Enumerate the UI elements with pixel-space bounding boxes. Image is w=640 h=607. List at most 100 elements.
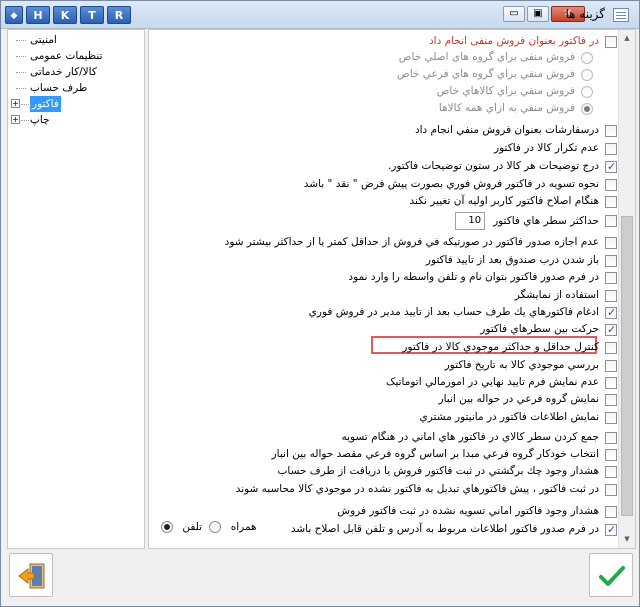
option-label: هشدار وجود چك برگشتي در ثبت فاکتور فروش … — [277, 465, 599, 477]
tree-item[interactable]: طرف حساب — [8, 80, 144, 96]
option-radio[interactable] — [581, 51, 593, 64]
hotkey-t-button[interactable]: T — [80, 6, 104, 24]
tree-item-label: چاپ — [30, 114, 50, 126]
option-checkbox-row: حرکت بين سطرهاي فاکتور — [149, 322, 617, 337]
option-radio[interactable] — [581, 85, 593, 98]
option-checkbox[interactable] — [605, 305, 617, 320]
hotkey-k-button[interactable]: K — [53, 6, 77, 24]
option-label: هشدار وجود فاکتور اماني تسويه نشده در ثب… — [337, 505, 599, 517]
option-checkbox-row: درسفارشات بعنوان فروش منفي انجام داد — [149, 123, 617, 138]
option-checkbox-row: انتخاب خودکار گروه فرعي مبدا بر اساس گرو… — [149, 447, 617, 462]
minimize-button[interactable]: ▭ — [503, 6, 525, 22]
tree-connector — [16, 72, 26, 73]
option-checkbox[interactable] — [605, 431, 617, 444]
option-checkbox-row: استفاده از نمايشگر — [149, 288, 617, 303]
option-label: حداکثر سطر هاي فاکتور — [493, 214, 599, 227]
option-label: عدم اجازه صدور فاکتور در صورتيکه في فروش… — [224, 236, 599, 248]
option-checkbox-row: هشدار وجود فاکتور اماني تسويه نشده در ثب… — [149, 504, 617, 519]
option-checkbox[interactable] — [605, 142, 617, 155]
option-label: فروش منفی براي گروه هاي اصلي خاص — [398, 51, 575, 63]
tree-connector — [16, 56, 26, 57]
scroll-down-icon[interactable]: ▼ — [619, 531, 635, 548]
option-label: عدم تکرار کالا در فاکتور — [494, 142, 599, 154]
option-label: باز شدن درب صندوق بعد از تاييد فاکتور — [425, 254, 599, 266]
option-checkbox[interactable] — [605, 411, 617, 424]
option-checkbox[interactable] — [605, 254, 617, 267]
option-checkbox[interactable] — [605, 159, 617, 174]
exit-button[interactable] — [9, 553, 53, 597]
tree-item[interactable]: تنظیمات عمومی — [8, 48, 144, 64]
option-checkbox[interactable] — [605, 465, 617, 478]
scroll-thumb[interactable] — [621, 216, 633, 516]
tree-connector — [16, 88, 26, 89]
option-label: درسفارشات بعنوان فروش منفي انجام داد — [414, 124, 599, 136]
option-radio-row: فروش منفي براي گروه هاي فرعي خاص — [149, 67, 617, 82]
option-checkbox[interactable] — [605, 393, 617, 406]
option-checkbox[interactable] — [605, 124, 617, 137]
option-checkbox-row: حداکثر سطر هاي فاکتور 10 — [149, 212, 617, 230]
option-checkbox[interactable] — [605, 289, 617, 302]
option-checkbox[interactable] — [605, 322, 617, 337]
system-menu-button[interactable]: ◆ — [5, 6, 23, 24]
checkmark-icon — [599, 566, 625, 586]
option-label: فروش منفي براي کالاهاي خاص — [436, 85, 575, 97]
option-checkbox[interactable] — [605, 376, 617, 389]
tree-connector — [21, 104, 31, 105]
option-checkbox-row: در فرم صدور فاکتور اطلاعات مربوط به آدرس… — [149, 522, 617, 537]
option-checkbox[interactable] — [605, 35, 617, 48]
hotkey-h-button[interactable]: H — [26, 6, 50, 24]
option-label: بررسي موجودي کالا به تاريخ فاکتور — [444, 359, 599, 371]
option-checkbox[interactable] — [605, 359, 617, 372]
option-radio-row: فروش منفی براي گروه هاي اصلي خاص — [149, 50, 617, 65]
option-checkbox[interactable] — [605, 483, 617, 496]
window-title: گزینه ها — [565, 7, 605, 21]
expand-plus-icon[interactable]: + — [11, 115, 20, 124]
tree-item-label: امنیتی — [30, 34, 57, 46]
exit-door-icon — [18, 563, 45, 589]
option-label: کنترل حداقل و حداکثر موجودي کالا در فاکت… — [402, 341, 599, 353]
option-checkbox[interactable] — [605, 448, 617, 461]
tree-item[interactable]: امنیتی — [8, 32, 144, 48]
confirm-button[interactable] — [589, 553, 633, 597]
max-rows-input[interactable]: 10 — [455, 212, 486, 230]
option-label: ادغام فاکتورهاي يك طرف حساب بعد از تاييد… — [308, 306, 599, 318]
option-radio-row: فروش منفي براي کالاهاي خاص — [149, 84, 617, 99]
option-radio[interactable] — [581, 102, 593, 115]
vertical-scrollbar[interactable]: ▲ ▼ — [618, 30, 635, 548]
option-checkbox-row: هنگام اصلاح فاکتور کاربر اوليه آن تغيير … — [149, 194, 617, 209]
tree-item-label: طرف حساب — [30, 82, 88, 94]
tree-connector — [16, 40, 26, 41]
title-bar: ◆ H K T R ▭ ▣ ✕ گزینه ها — [1, 1, 639, 29]
option-radio[interactable] — [581, 68, 593, 81]
tree-item[interactable]: کالا/کار خدماتی — [8, 64, 144, 80]
option-checkbox[interactable] — [605, 215, 617, 227]
scroll-up-icon[interactable]: ▲ — [619, 30, 635, 47]
option-checkbox[interactable] — [605, 236, 617, 249]
tree-item[interactable]: + چاپ — [8, 112, 144, 128]
tree-item-label: فاکتور — [30, 96, 61, 112]
option-label: انتخاب خودکار گروه فرعي مبدا بر اساس گرو… — [271, 448, 599, 460]
option-checkbox-row: نمايش اطلاعات فاکتور در مانيتور مشتري — [149, 410, 617, 425]
expand-plus-icon[interactable]: + — [11, 99, 20, 108]
option-checkbox[interactable] — [605, 505, 617, 518]
option-checkbox[interactable] — [605, 271, 617, 284]
option-radio-row: فروش منفي به ازاي همه کالاها — [149, 101, 617, 116]
option-label: جمع کردن سطر کالاي در فاکتور هاي اماني د… — [341, 431, 599, 443]
option-checkbox-row: نمايش گروه فرعي در حواله بين انبار — [149, 392, 617, 407]
tree-item[interactable]: + فاکتور — [8, 96, 144, 112]
hotkey-r-button[interactable]: R — [107, 6, 131, 24]
option-label: عدم نمايش فرم تاييد نهايي در امورمالي ات… — [386, 376, 599, 388]
option-checkbox[interactable] — [605, 522, 617, 537]
option-checkbox[interactable] — [605, 341, 617, 354]
option-checkbox-row: عدم نمايش فرم تاييد نهايي در امورمالي ات… — [149, 375, 617, 390]
option-label: نمايش گروه فرعي در حواله بين انبار — [438, 393, 600, 405]
option-label: در فرم صدور فاکتور اطلاعات مربوط به آدرس… — [290, 523, 599, 535]
dialog-footer — [7, 551, 635, 603]
option-label: نمايش اطلاعات فاکتور در مانيتور مشتري — [419, 411, 599, 423]
option-checkbox[interactable] — [605, 178, 617, 191]
option-checkbox-row: نحوه تسويه در فاکتور فروش فوري بصورت پيش… — [149, 177, 617, 192]
option-checkbox-row: عدم تکرار کالا در فاکتور — [149, 141, 617, 156]
restore-button[interactable]: ▣ — [527, 6, 549, 22]
options-category-tree: امنیتی تنظیمات عمومی کالا/کار خدماتی طرف حس… — [7, 29, 145, 549]
option-checkbox[interactable] — [605, 195, 617, 208]
